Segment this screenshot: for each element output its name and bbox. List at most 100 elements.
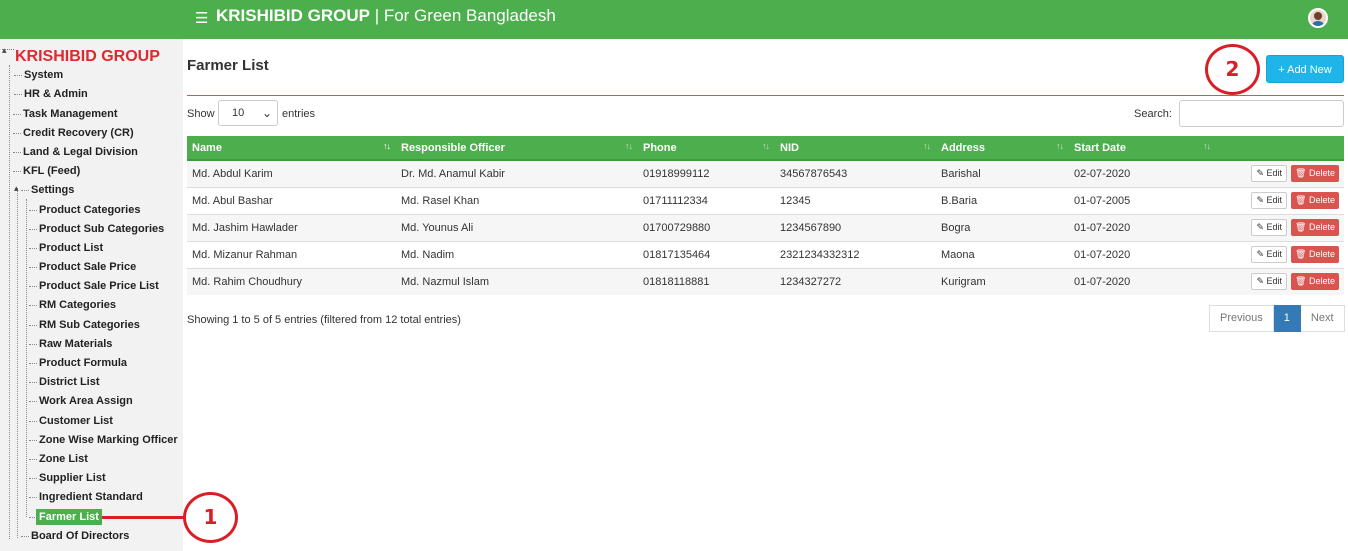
- sidebar-item-customer-list[interactable]: Customer List: [29, 413, 113, 429]
- table-row: Md. Mizanur Rahman Md. Nadim 01817135464…: [187, 240, 1344, 268]
- cell-start-date: 02-07-2020: [1069, 159, 1216, 187]
- cell-phone: 01817135464: [638, 240, 775, 268]
- column-header-start-date[interactable]: Start Date ↑↓: [1069, 136, 1216, 161]
- sidebar-item-kfl-feed[interactable]: KFL (Feed): [12, 163, 80, 179]
- edit-button[interactable]: ✎ Edit: [1251, 192, 1288, 209]
- sidebar-item-system[interactable]: System: [13, 67, 63, 83]
- cell-officer: Md. Nadim: [396, 240, 638, 268]
- pager-page-1[interactable]: 1: [1273, 305, 1301, 332]
- sidebar-item-product-categories[interactable]: Product Categories: [28, 202, 140, 218]
- cell-officer: Md. Rasel Khan: [396, 186, 638, 214]
- column-header-address[interactable]: Address ↑↓: [936, 136, 1069, 161]
- pager-next-button[interactable]: Next: [1300, 305, 1345, 332]
- column-header-nid[interactable]: NID ↑↓: [775, 136, 936, 161]
- annotation-circle-1: 1: [183, 492, 238, 543]
- title-divider: [187, 95, 1344, 96]
- pager-previous-button[interactable]: Previous: [1209, 305, 1274, 332]
- page-title: Farmer List: [187, 57, 269, 74]
- cell-address: Bogra: [936, 213, 1069, 241]
- cell-phone: 01918999112: [638, 159, 775, 187]
- edit-button[interactable]: ✎ Edit: [1251, 273, 1288, 291]
- delete-button[interactable]: 🗑 Delete: [1291, 219, 1339, 236]
- sidebar-item-land-legal[interactable]: Land & Legal Division: [13, 144, 138, 160]
- sidebar-item-raw-materials[interactable]: Raw Materials: [28, 336, 112, 352]
- hamburger-icon[interactable]: ☰: [195, 11, 208, 26]
- cell-nid: 12345: [775, 186, 936, 214]
- sidebar-item-rm-categories[interactable]: RM Categories: [28, 297, 116, 313]
- pagination: Previous 1 Next: [1209, 305, 1345, 332]
- sort-icon: ↑↓: [625, 141, 633, 151]
- column-label: Start Date: [1074, 141, 1126, 154]
- sidebar-item-work-area-assign[interactable]: Work Area Assign: [29, 393, 133, 409]
- cell-nid: 1234327272: [775, 267, 936, 295]
- sort-icon: ↑↓: [923, 141, 931, 151]
- app-brand[interactable]: KRISHIBID GROUP | For Green Bangladesh: [216, 6, 556, 26]
- add-new-button[interactable]: + Add New: [1266, 55, 1344, 83]
- entries-select[interactable]: 10 ⌄: [218, 100, 278, 126]
- table-row: Md. Abdul Karim Dr. Md. Anamul Kabir 019…: [187, 159, 1344, 187]
- delete-label: Delete: [1308, 249, 1335, 259]
- sidebar-item-task-management[interactable]: Task Management: [13, 106, 118, 122]
- sidebar-item-zone-wise-marking-officer[interactable]: Zone Wise Marking Officer: [29, 432, 178, 448]
- sidebar-item-farmer-list[interactable]: Farmer List: [29, 509, 102, 525]
- tree-collapse-icon[interactable]: ▴: [14, 183, 19, 194]
- tree-connector: [26, 199, 27, 517]
- cell-address: Maona: [936, 240, 1069, 268]
- cell-officer: Md. Nazmul Islam: [396, 267, 638, 295]
- delete-button[interactable]: 🗑 Delete: [1291, 192, 1339, 209]
- chevron-down-icon: ⌄: [261, 106, 272, 120]
- cell-actions: ✎ Edit 🗑 Delete: [1216, 159, 1344, 187]
- delete-button[interactable]: 🗑 Delete: [1291, 246, 1339, 263]
- delete-label: Delete: [1308, 222, 1335, 232]
- edit-label: Edit: [1266, 276, 1283, 287]
- sidebar-item-supplier-list[interactable]: Supplier List: [29, 470, 106, 486]
- sidebar-item-product-sale-price-list[interactable]: Product Sale Price List: [29, 278, 159, 294]
- sidebar-item-hr-admin[interactable]: HR & Admin: [14, 86, 88, 102]
- sidebar-item-product-sale-price[interactable]: Product Sale Price: [28, 259, 136, 275]
- cell-address: B.Baria: [936, 186, 1069, 214]
- cell-address: Kurigram: [936, 267, 1069, 295]
- sidebar-item-zone-list[interactable]: Zone List: [29, 451, 88, 467]
- cell-actions: ✎ Edit 🗑 Delete: [1216, 186, 1344, 214]
- tree-connector: [2, 49, 14, 59]
- column-header-actions: [1216, 136, 1344, 161]
- column-header-phone[interactable]: Phone ↑↓: [638, 136, 775, 161]
- cell-phone: 01711112334: [638, 186, 775, 214]
- sidebar-item-ingredient-standard[interactable]: Ingredient Standard: [29, 489, 143, 505]
- sidebar-title: KRISHIBID GROUP: [15, 48, 160, 65]
- delete-button[interactable]: 🗑 Delete: [1291, 165, 1339, 183]
- search-input[interactable]: [1179, 100, 1344, 127]
- column-header-officer[interactable]: Responsible Officer ↑↓: [396, 136, 638, 161]
- cell-phone: 01700729880: [638, 213, 775, 241]
- column-label: Address: [941, 141, 986, 154]
- user-avatar[interactable]: [1308, 8, 1328, 28]
- sort-asc-icon: ↑↓: [383, 141, 391, 151]
- delete-button[interactable]: 🗑 Delete: [1291, 273, 1339, 291]
- sidebar-item-credit-recovery[interactable]: Credit Recovery (CR): [13, 125, 134, 141]
- delete-label: Delete: [1308, 276, 1335, 287]
- delete-label: Delete: [1308, 168, 1335, 179]
- tree-connector: [9, 65, 10, 539]
- edit-label: Edit: [1266, 195, 1283, 205]
- column-label: Phone: [643, 141, 677, 154]
- edit-button[interactable]: ✎ Edit: [1251, 246, 1288, 263]
- cell-nid: 2321234332312: [775, 240, 936, 268]
- cell-phone: 01818118881: [638, 267, 775, 295]
- entries-label: entries: [282, 108, 316, 120]
- column-label: Responsible Officer: [401, 141, 505, 154]
- sidebar-item-product-sub-categories[interactable]: Product Sub Categories: [28, 221, 164, 237]
- cell-name: Md. Mizanur Rahman: [187, 240, 396, 268]
- sidebar-item-settings[interactable]: Settings: [20, 182, 74, 198]
- sidebar-item-board-of-directors[interactable]: Board Of Directors: [20, 528, 129, 544]
- cell-start-date: 01-07-2020: [1069, 267, 1216, 295]
- sidebar-item-district-list[interactable]: District List: [29, 374, 100, 390]
- sidebar-item-product-formula[interactable]: Product Formula: [28, 355, 127, 371]
- sidebar-item-product-list[interactable]: Product List: [28, 240, 103, 256]
- table-row: Md. Abul Bashar Md. Rasel Khan 017111123…: [187, 186, 1344, 214]
- cell-actions: ✎ Edit 🗑 Delete: [1216, 267, 1344, 295]
- column-header-name[interactable]: Name ↑↓: [187, 136, 396, 161]
- column-label: Name: [192, 141, 222, 154]
- edit-button[interactable]: ✎ Edit: [1251, 219, 1288, 236]
- sidebar-item-rm-sub-categories[interactable]: RM Sub Categories: [29, 317, 140, 333]
- edit-button[interactable]: ✎ Edit: [1251, 165, 1288, 183]
